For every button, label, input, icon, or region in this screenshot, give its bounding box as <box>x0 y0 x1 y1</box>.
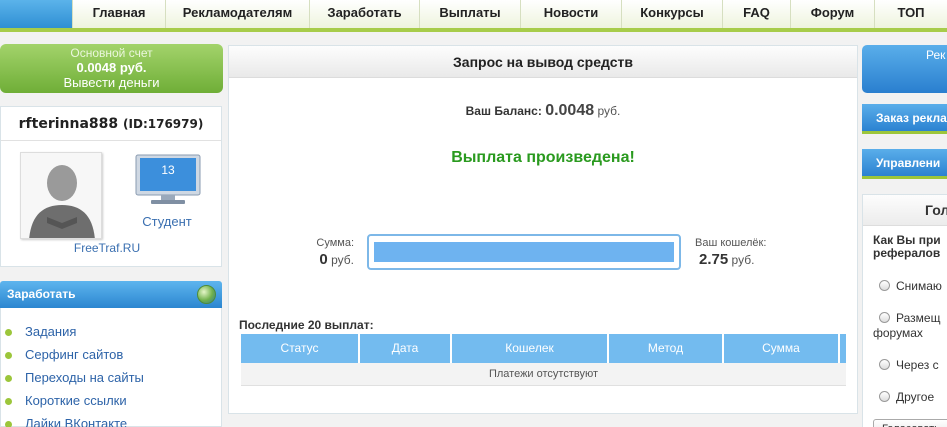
balance-label: Ваш Баланс: <box>465 104 542 118</box>
poll-question: Как Вы при рефералов <box>873 234 947 260</box>
radio-icon[interactable] <box>879 391 890 402</box>
account-balance: 0.0048 руб. <box>76 60 147 75</box>
table-header: Статус Дата Кошелек Метод Сумма <box>241 334 846 363</box>
nav-item-top[interactable]: ТОП <box>874 0 947 28</box>
column-amount[interactable]: Сумма <box>724 334 840 363</box>
last-payouts-title: Последние 20 выплат: <box>239 318 374 332</box>
menu-item-tasks[interactable]: Задания <box>1 322 221 342</box>
poll-option-label: Снимаю <box>896 279 942 293</box>
column-method[interactable]: Метод <box>609 334 724 363</box>
user-profile-box: rfterinna888 (ID:176979) 13 Студент Free… <box>0 106 222 267</box>
earn-menu-title: Заработать <box>7 287 76 301</box>
nav-item-home[interactable]: Главная <box>72 0 165 28</box>
amount-slider-fill <box>374 242 674 262</box>
order-ads-button[interactable]: Заказ рекла <box>862 104 947 134</box>
column-wallet[interactable]: Кошелек <box>452 334 609 363</box>
sum-value: 0 <box>319 251 328 268</box>
avatar[interactable] <box>20 152 102 239</box>
menu-item-site-visits[interactable]: Переходы на сайты <box>1 368 221 388</box>
user-level: 13 <box>161 163 175 177</box>
nav-item-news[interactable]: Новости <box>520 0 621 28</box>
payouts-table: Статус Дата Кошелек Метод Сумма Платежи … <box>241 334 846 386</box>
nav-item-advertisers[interactable]: Рекламодателям <box>165 0 309 28</box>
menu-item-short-links[interactable]: Короткие ссылки <box>1 391 221 411</box>
top-navigation: Главная Рекламодателям Заработать Выплат… <box>0 0 947 32</box>
poll-option-4[interactable]: Другое <box>879 390 934 404</box>
poll-question-line-2: рефералов <box>873 246 941 260</box>
avatar-silhouette-icon <box>21 153 101 238</box>
nav-item-forum[interactable]: Форум <box>790 0 874 28</box>
monitor-level-icon <box>135 154 201 204</box>
poll-option-1[interactable]: Снимаю <box>879 279 942 293</box>
wallet-label: Ваш кошелёк: <box>695 237 767 249</box>
poll-option-label: Другое <box>896 390 935 404</box>
menu-item-vk-likes[interactable]: Лайки ВКонтакте <box>1 414 221 427</box>
radio-icon[interactable] <box>879 359 890 370</box>
sum-unit: руб. <box>331 253 354 267</box>
nav-item-earn[interactable]: Заработать <box>309 0 419 28</box>
earn-menu: Задания Серфинг сайтов Переходы на сайты… <box>0 308 222 427</box>
site-link[interactable]: FreeTraf.RU <box>1 241 213 255</box>
radio-icon[interactable] <box>879 280 890 291</box>
page-title: Запрос на вывод средств <box>229 46 857 78</box>
wallet-unit: руб. <box>731 253 755 267</box>
nav-item-payouts[interactable]: Выплаты <box>419 0 520 28</box>
poll-box: Гол Как Вы при рефералов Снимаю Размещ ф… <box>862 194 947 427</box>
username: rfterinna888 <box>18 116 119 132</box>
success-message: Выплата произведена! <box>451 149 635 166</box>
user-status-link[interactable]: Студент <box>121 214 213 229</box>
withdraw-money-link[interactable]: Вывести деньги <box>0 75 223 90</box>
account-label: Основной счет <box>70 46 153 60</box>
menu-item-surfing[interactable]: Серфинг сайтов <box>1 345 221 365</box>
amount-slider[interactable] <box>367 234 681 270</box>
column-date[interactable]: Дата <box>360 334 452 363</box>
poll-title: Гол <box>863 195 947 226</box>
username-heading: rfterinna888 (ID:176979) <box>1 107 221 141</box>
sum-label: Сумма: <box>316 237 354 249</box>
manage-button[interactable]: Управлени <box>862 149 947 179</box>
balance-value: 0.0048 <box>545 102 595 119</box>
globe-icon <box>197 285 216 304</box>
balance-unit: руб. <box>597 104 621 118</box>
sum-value-line: 0 руб. <box>285 251 354 268</box>
poll-option-2[interactable]: Размещ <box>879 311 940 325</box>
poll-option-2-line-2: форумах <box>873 326 923 340</box>
account-balance-box[interactable]: Основной счет 0.0048 руб. Вывести деньги <box>0 44 223 93</box>
table-empty-row: Платежи отсутствуют <box>241 363 846 386</box>
poll-option-3[interactable]: Через с <box>879 358 939 372</box>
earn-menu-header: Заработать <box>0 281 222 308</box>
advertise-button[interactable]: Рек <box>862 45 947 93</box>
withdraw-panel: Запрос на вывод средств Ваш Баланс: 0.00… <box>228 45 858 414</box>
poll-option-label: Размещ <box>896 311 941 325</box>
site-logo[interactable] <box>0 0 72 28</box>
user-id: (ID:176979) <box>123 117 204 131</box>
poll-option-label: Через с <box>896 358 939 372</box>
balance-line: Ваш Баланс: 0.0048 руб. <box>229 102 857 120</box>
radio-icon[interactable] <box>879 312 890 323</box>
column-status[interactable]: Статус <box>241 334 360 363</box>
wallet-value: 2.75 <box>699 251 729 268</box>
nav-item-contests[interactable]: Конкурсы <box>621 0 722 28</box>
wallet-value-line: 2.75 руб. <box>699 251 754 268</box>
nav-item-faq[interactable]: FAQ <box>722 0 790 28</box>
vote-button[interactable]: Голосовать <box>873 419 947 427</box>
